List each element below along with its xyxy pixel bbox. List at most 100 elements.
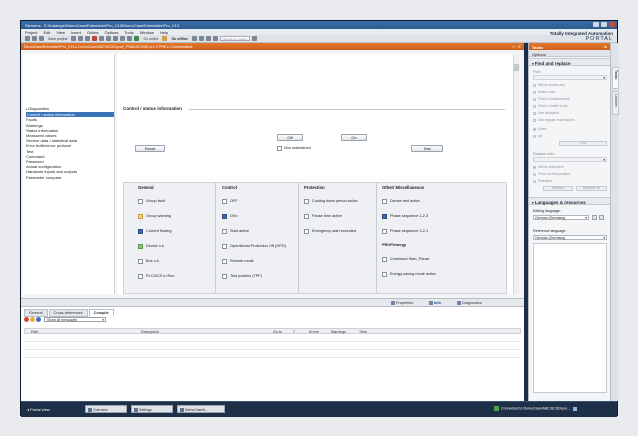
reset-button[interactable]: Reset — [135, 145, 165, 152]
compile-icon[interactable] — [113, 36, 119, 41]
replace-all-button[interactable]: Replace all — [576, 186, 607, 191]
languages-header[interactable]: Languages & resources — [529, 197, 611, 205]
whole-words-label: Whole words only — [538, 83, 565, 87]
hidden-texts-checkbox[interactable] — [533, 105, 536, 108]
column-divider — [298, 183, 299, 293]
window-controls-icon[interactable]: ▪ ▫ ✕ — [513, 44, 521, 49]
editor-scrollbar[interactable] — [513, 54, 519, 294]
wildcards-checkbox[interactable] — [533, 112, 536, 115]
other-column-title: Other/ Miscellaneous — [382, 185, 425, 190]
find-input[interactable] — [533, 75, 607, 80]
test-button[interactable]: Test — [411, 145, 443, 152]
new-project-icon[interactable] — [25, 36, 30, 41]
cut-icon[interactable] — [71, 36, 77, 41]
paste-icon[interactable] — [85, 36, 91, 41]
overview-button[interactable]: Overview — [85, 405, 127, 413]
panel-controls-icon[interactable]: ▫ ▸ — [602, 44, 607, 49]
whole-words-checkbox[interactable] — [533, 84, 536, 87]
menu-project[interactable]: Project — [25, 30, 37, 35]
tab-tasks[interactable]: Tasks — [612, 67, 619, 89]
match-case-checkbox[interactable] — [533, 91, 536, 94]
direction-up-radio[interactable] — [533, 135, 536, 138]
replace-input[interactable] — [533, 157, 607, 162]
off-button[interactable]: Off — [277, 134, 303, 141]
scope-current-radio[interactable] — [533, 173, 536, 176]
errors-filter-icon[interactable] — [24, 317, 29, 322]
find-button[interactable]: Find — [559, 141, 607, 146]
upload-icon[interactable] — [127, 36, 133, 41]
find-replace-header[interactable]: Find and replace — [529, 58, 611, 66]
menu-tools[interactable]: Tools — [124, 30, 133, 35]
tab-compile[interactable]: Compile — [88, 309, 114, 317]
copy-icon[interactable] — [78, 36, 84, 41]
status-label: Phase sequence 1-2-3 — [390, 214, 429, 218]
on-button[interactable]: On — [341, 134, 367, 141]
accessible-devices-icon[interactable] — [191, 36, 197, 41]
status-label: Remote mode — [230, 259, 254, 263]
portal-view-button[interactable]: ◂ Portal view — [27, 407, 50, 412]
device-icon — [180, 407, 184, 412]
tab-diagnostics[interactable]: Diagnostics — [457, 300, 482, 305]
editor-tab-label: DemoCaseN... — [185, 407, 208, 412]
menu-edit[interactable]: Edit — [43, 30, 50, 35]
delete-icon[interactable] — [92, 36, 98, 41]
search-icon[interactable] — [251, 36, 257, 41]
split-editor-icon[interactable] — [205, 36, 211, 41]
open-project-icon[interactable] — [32, 36, 37, 41]
info-filter-icon[interactable] — [36, 317, 41, 322]
scope-selection-label: Selection — [538, 179, 552, 183]
status-extra-icon — [573, 406, 578, 411]
language-settings-icon[interactable] — [592, 215, 597, 220]
scope-whole-radio[interactable] — [533, 166, 536, 169]
menu-options[interactable]: Options — [105, 30, 119, 35]
replace-button[interactable]: Replace — [543, 186, 573, 191]
reference-language-select[interactable]: German (Germany) — [533, 235, 607, 240]
menu-help[interactable]: Help — [160, 30, 168, 35]
tab-libraries[interactable]: Libraries — [612, 91, 619, 115]
device-test-indicator — [382, 199, 387, 204]
minimize-button[interactable] — [593, 22, 599, 27]
window-controls — [593, 22, 615, 27]
close-editor-icon[interactable] — [212, 36, 218, 41]
settings-button[interactable]: Settings — [131, 405, 173, 413]
warnings-filter-icon[interactable] — [30, 317, 35, 322]
tab-info[interactable]: Info — [429, 300, 441, 305]
regex-checkbox[interactable] — [533, 119, 536, 122]
menu-view[interactable]: View — [56, 30, 65, 35]
undo-icon[interactable] — [99, 36, 105, 41]
status-label: Group fault — [146, 199, 165, 203]
go-online-button[interactable]: Go online — [143, 37, 158, 41]
message-filter-select[interactable]: Show all messages — [44, 317, 106, 322]
language-list-icon[interactable] — [599, 215, 604, 220]
non-maintained-checkbox[interactable] — [277, 146, 282, 151]
group-fault-indicator — [138, 199, 143, 204]
tab-properties[interactable]: Properties — [391, 300, 413, 305]
direction-down-radio[interactable] — [533, 128, 536, 131]
task-card-tabs: Tasks Libraries — [610, 43, 619, 401]
cross-reference-icon[interactable] — [198, 36, 204, 41]
go-offline-icon[interactable] — [162, 36, 168, 41]
menu-online[interactable]: Online — [87, 30, 99, 35]
editing-language-select[interactable]: German (Germany) — [533, 215, 589, 220]
go-offline-button[interactable]: Go offline — [171, 37, 187, 41]
tab-cross-references[interactable]: Cross-references — [48, 309, 88, 317]
toolbar: Save project Go online Go offline <Searc… — [21, 35, 617, 43]
scope-selection-radio[interactable] — [533, 180, 536, 183]
download-icon[interactable] — [120, 36, 126, 41]
menu-insert[interactable]: Insert — [71, 30, 81, 35]
table-row — [24, 357, 521, 358]
editor-tab-button[interactable]: DemoCaseN... — [177, 405, 225, 413]
nav-item-parameter-compare[interactable]: Parameter compare — [26, 175, 114, 180]
close-button[interactable] — [609, 22, 615, 27]
save-project-button[interactable]: Save project — [48, 37, 67, 41]
tab-general[interactable]: General — [24, 309, 48, 317]
menu-window[interactable]: Window — [140, 30, 154, 35]
substructures-checkbox[interactable] — [533, 98, 536, 101]
search-in-project-input[interactable]: <Search in project> — [219, 36, 250, 41]
maximize-button[interactable] — [601, 22, 607, 27]
title-bar: Siemens - E:\Kataloge\DemoCase\Entwickle… — [21, 21, 617, 29]
go-online-icon[interactable] — [134, 36, 140, 41]
redo-icon[interactable] — [106, 36, 112, 41]
scroll-thumb[interactable] — [514, 64, 519, 71]
save-icon[interactable] — [39, 36, 44, 41]
